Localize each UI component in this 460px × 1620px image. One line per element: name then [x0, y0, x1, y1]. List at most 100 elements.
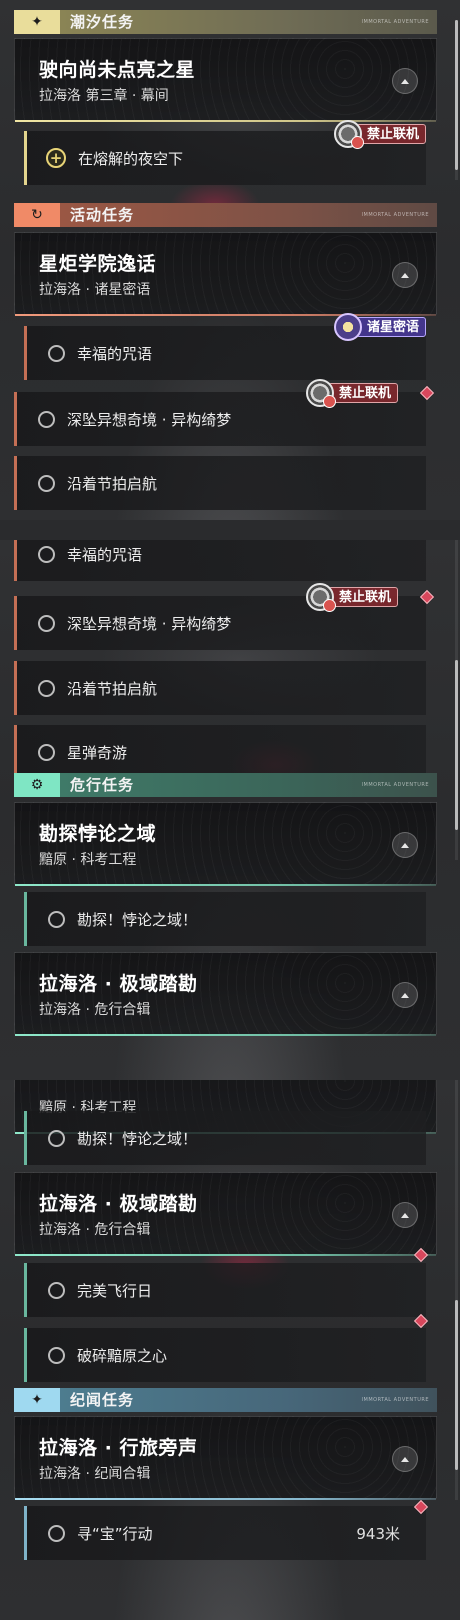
radio-circle-icon: [38, 614, 55, 632]
section-tag: IMMORTAL ADVENTURE: [361, 212, 429, 218]
step-accent: [14, 392, 17, 446]
quest-subtitle: 拉海洛 第三章 · 幕间: [39, 88, 169, 104]
badge-label: 禁止联机: [328, 587, 399, 607]
scroll-panel-3: 勘探悖论之域 黯原 · 科考工程 勘探！悖论之域！ 拉海洛 · 极域踏勘 拉海洛…: [0, 1080, 460, 1620]
refresh-icon: ↻: [14, 203, 60, 227]
radio-circle-icon: [48, 1281, 65, 1299]
no-coop-badge: 禁止联机: [334, 120, 427, 149]
radio-circle-icon: [48, 1524, 65, 1542]
quest-title: 拉海洛 · 行旅旁声: [39, 1437, 198, 1459]
radio-circle-icon: [38, 545, 55, 563]
scrollbar[interactable]: [455, 540, 458, 860]
step-accent: [24, 1328, 27, 1382]
scroll-panel-1: ✦ 潮汐任务 IMMORTAL ADVENTURE 驶向尚未点亮之星 拉海洛 第…: [0, 0, 460, 520]
no-coop-icon: [334, 120, 364, 149]
badge-label: 诸星密语: [356, 317, 427, 337]
scrollbar[interactable]: [455, 1080, 458, 1500]
radio-circle-icon: [48, 344, 65, 362]
card-underline: [15, 1498, 436, 1500]
quest-step-star-bullet[interactable]: 星弹奇游: [14, 725, 426, 779]
step-label: 星弹奇游: [67, 743, 128, 762]
step-label: 深坠异想奇境 · 异构绮梦: [67, 614, 232, 633]
star-whisper-icon: [334, 313, 362, 341]
quest-subtitle: 拉海洛 · 纪闻合辑: [39, 1466, 151, 1482]
step-accent: [14, 596, 17, 650]
step-label: 沿着节拍启航: [67, 679, 158, 698]
quest-step-explore-paradox[interactable]: 勘探！悖论之域！: [24, 1111, 426, 1165]
step-label: 完美飞行日: [77, 1281, 153, 1300]
card-underline: [15, 1254, 436, 1256]
section-header-event: ↻ 活动任务 IMMORTAL ADVENTURE: [14, 203, 437, 227]
star-whisper-badge: 诸星密语: [334, 313, 427, 341]
quest-title: 拉海洛 · 极域踏勘: [39, 973, 198, 995]
radio-circle-icon: [48, 910, 65, 928]
step-accent: [24, 1506, 27, 1560]
scroll-panel-2: 幸福的咒语 禁止联机 深坠异想奇境 · 异构绮梦 沿着节拍启航 星弹奇游 ⚙ 危…: [0, 540, 460, 1080]
section-header-lore: ✦ 纪闻任务 IMMORTAL ADVENTURE: [14, 1388, 437, 1412]
step-label: 在熔解的夜空下: [78, 149, 184, 168]
quest-step-happy-spell[interactable]: 幸福的咒语: [14, 540, 426, 581]
quest-card-paradox[interactable]: 勘探悖论之域 黯原 · 科考工程: [14, 802, 437, 886]
quest-card-polar[interactable]: 拉海洛 · 极域踏勘 拉海洛 · 危行合辑: [14, 1172, 437, 1256]
quest-step-explore-paradox[interactable]: 勘探！悖论之域！: [24, 892, 426, 946]
caret-up-icon[interactable]: [392, 1202, 418, 1228]
caret-up-icon[interactable]: [392, 982, 418, 1008]
no-coop-badge: 禁止联机: [306, 379, 399, 408]
step-accent: [24, 892, 27, 946]
scrollbar-thumb[interactable]: [455, 660, 458, 830]
quest-subtitle: 拉海洛 · 危行合辑: [39, 1222, 151, 1238]
section-tag: IMMORTAL ADVENTURE: [361, 1397, 429, 1403]
step-label: 深坠异想奇境 · 异构绮梦: [67, 410, 232, 429]
quest-step-rhythm-sail[interactable]: 沿着节拍启航: [14, 661, 426, 715]
step-label: 幸福的咒语: [77, 344, 153, 363]
step-accent: [14, 661, 17, 715]
quest-subtitle: 黯原 · 科考工程: [39, 852, 137, 868]
no-coop-icon: [306, 583, 336, 612]
section-tag: IMMORTAL ADVENTURE: [361, 19, 429, 25]
caret-up-icon[interactable]: [392, 832, 418, 858]
no-coop-badge: 禁止联机: [306, 583, 399, 612]
step-label: 破碎黯原之心: [77, 1346, 168, 1365]
caret-up-icon[interactable]: [392, 68, 418, 94]
quest-step-flight-day[interactable]: 完美飞行日: [24, 1263, 426, 1317]
caret-up-icon[interactable]: [392, 262, 418, 288]
step-accent: [24, 1111, 27, 1165]
quest-subtitle: 拉海洛 · 危行合辑: [39, 1002, 151, 1018]
step-accent: [14, 540, 17, 581]
quest-card-academy[interactable]: 星炬学院逸话 拉海洛 · 诸星密语: [14, 232, 437, 316]
quest-subtitle: 拉海洛 · 诸星密语: [39, 282, 151, 298]
card-underline: [15, 120, 436, 122]
card-underline: [15, 884, 436, 886]
radio-circle-icon: [48, 1346, 65, 1364]
radio-circle-icon: [38, 474, 55, 492]
distance-label: 943米: [356, 1524, 400, 1543]
quest-title: 勘探悖论之域: [39, 823, 157, 845]
caret-up-icon[interactable]: [392, 1446, 418, 1472]
scrollbar[interactable]: [455, 20, 458, 180]
section-header-danger: ⚙ 危行任务 IMMORTAL ADVENTURE: [14, 773, 437, 797]
no-coop-icon: [306, 379, 336, 408]
card-underline: [15, 1034, 436, 1036]
section-header-tide: ✦ 潮汐任务 IMMORTAL ADVENTURE: [14, 10, 437, 34]
scrollbar-thumb[interactable]: [455, 1300, 458, 1470]
step-label: 勘探！悖论之域！: [77, 1129, 198, 1148]
quest-list-screenshot: ✦ 潮汐任务 IMMORTAL ADVENTURE 驶向尚未点亮之星 拉海洛 第…: [0, 0, 460, 1620]
quest-step-treasure-hunt[interactable]: 寻“宝”行动 943米: [24, 1506, 426, 1560]
step-accent: [24, 131, 27, 185]
quest-card-polar[interactable]: 拉海洛 · 极域踏勘 拉海洛 · 危行合辑: [14, 952, 437, 1036]
quest-step-rhythm-sail[interactable]: 沿着节拍启航: [14, 456, 426, 510]
quest-title: 驶向尚未点亮之星: [39, 59, 196, 81]
quest-title: 拉海洛 · 极域踏勘: [39, 1193, 198, 1215]
scrollbar-thumb[interactable]: [455, 20, 458, 170]
step-label: 幸福的咒语: [67, 545, 143, 564]
radio-circle-icon: [38, 743, 55, 761]
quest-card-star[interactable]: 驶向尚未点亮之星 拉海洛 第三章 · 幕间: [14, 38, 437, 122]
sparkle-icon: ✦: [14, 1388, 60, 1412]
badge-label: 禁止联机: [356, 124, 427, 144]
quest-card-voices[interactable]: 拉海洛 · 行旅旁声 拉海洛 · 纪闻合辑: [14, 1416, 437, 1500]
step-accent: [24, 1263, 27, 1317]
step-label: 勘探！悖论之域！: [77, 910, 198, 929]
badge-label: 禁止联机: [328, 383, 399, 403]
quest-step-shatter-heart[interactable]: 破碎黯原之心: [24, 1328, 426, 1382]
radio-circle-icon: [38, 679, 55, 697]
